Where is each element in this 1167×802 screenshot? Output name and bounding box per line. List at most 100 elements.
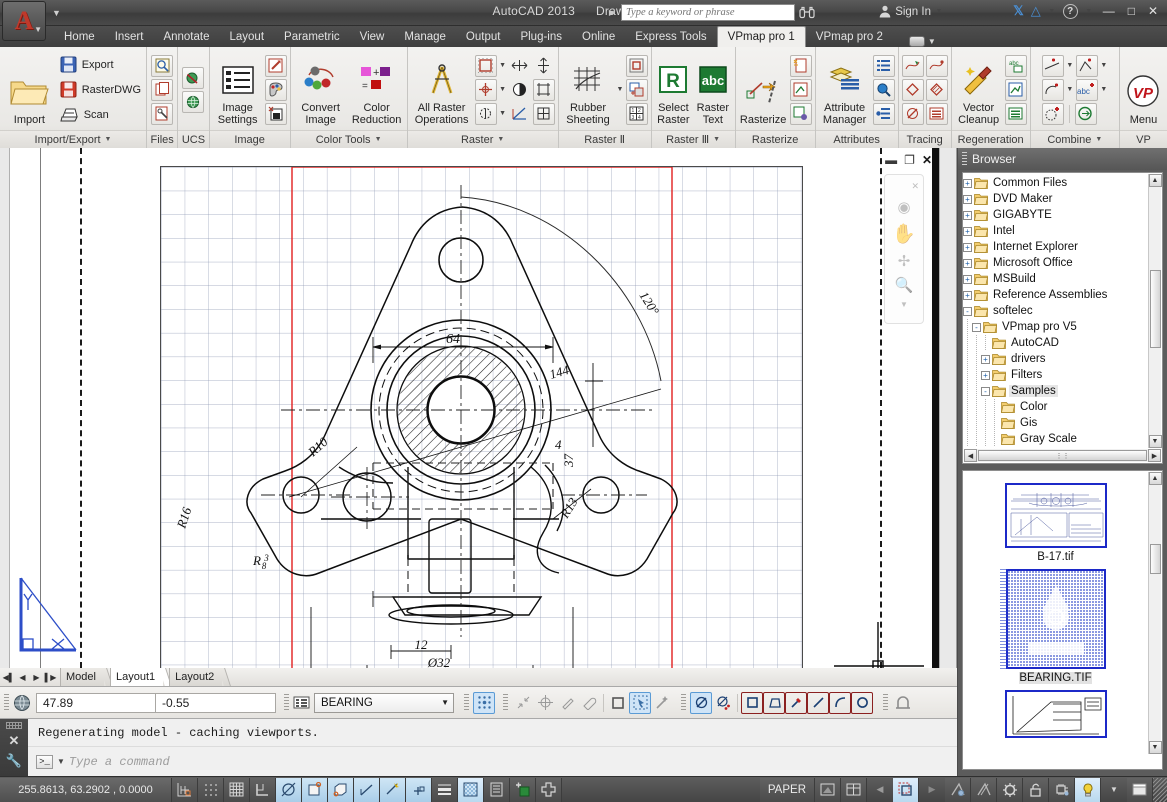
object-snap-tracking-toggle[interactable] <box>354 778 380 802</box>
attribute-list-icon[interactable] <box>873 55 895 77</box>
tab-layout[interactable]: Layout <box>220 27 275 47</box>
rubber-sheeting-button[interactable]: RubberSheeting <box>562 53 615 127</box>
dynamic-input-toggle[interactable] <box>406 778 432 802</box>
raster-y-field[interactable]: -0.55 <box>156 693 276 713</box>
tree-horizontal-scrollbar[interactable]: ◀ ⋮⋮ ▶ <box>964 449 1161 462</box>
panel-label-rasterize[interactable]: Rasterize <box>736 130 815 148</box>
navbar-close-icon[interactable]: ✕ <box>911 181 919 192</box>
sheet-add-icon[interactable] <box>626 79 648 101</box>
regen-chart-icon[interactable] <box>1005 79 1027 101</box>
coordinate-readout[interactable]: 255.8613, 63.2902 , 0.0000 <box>0 778 172 802</box>
tree-expander[interactable]: + <box>963 211 972 220</box>
object-snap-toggle[interactable] <box>302 778 328 802</box>
chevron-down-icon[interactable]: ▼ <box>105 136 112 143</box>
3d-object-snap-toggle[interactable] <box>328 778 354 802</box>
trace-polygon-icon[interactable] <box>902 79 924 101</box>
tree-item[interactable]: +Filters <box>963 367 1148 383</box>
panel-label-tracing[interactable]: Tracing <box>899 130 951 148</box>
raster-move-v-icon[interactable] <box>533 55 555 77</box>
raster-invert-icon[interactable] <box>509 79 531 101</box>
tree-expander[interactable]: - <box>963 307 972 316</box>
tree-item[interactable]: +Microsoft Office <box>963 255 1148 271</box>
tree-expander[interactable]: + <box>963 275 972 284</box>
combine-line-add-icon[interactable] <box>1042 55 1064 77</box>
tab-vpmap-pro-2[interactable]: VPmap pro 2 <box>806 27 893 47</box>
chevron-down-icon[interactable]: ▼ <box>499 86 507 93</box>
vector-cleanup-button[interactable]: VectorCleanup <box>955 53 1003 127</box>
attribute-find-icon[interactable] <box>873 79 895 101</box>
prev-annotation-scale-icon[interactable]: ◀ <box>867 778 893 802</box>
chevron-down-icon[interactable]: ▼ <box>935 8 943 15</box>
rasterize-settings-icon[interactable] <box>790 103 812 125</box>
command-grip[interactable] <box>6 722 22 729</box>
scroll-left-button[interactable]: ◀ <box>964 449 977 462</box>
steering-wheel-icon[interactable]: ◉ <box>897 198 910 216</box>
polar-tracking-toggle[interactable] <box>276 778 302 802</box>
raster-shape-circle-icon[interactable] <box>851 692 873 714</box>
clean-screen-icon[interactable] <box>1127 778 1153 802</box>
thumbnail-vertical-scrollbar[interactable]: ▲ ▼ <box>1148 472 1161 754</box>
raster-shape-arc-icon[interactable] <box>829 692 851 714</box>
toolbar-grip[interactable] <box>681 694 686 712</box>
import-button[interactable]: Import <box>3 53 56 127</box>
scroll-down-button[interactable]: ▼ <box>1149 741 1162 754</box>
tree-expander[interactable]: + <box>963 195 972 204</box>
tree-item[interactable]: +Internet Explorer <box>963 239 1148 255</box>
grid-display-toggle[interactable] <box>224 778 250 802</box>
chevron-down-icon[interactable]: ▼ <box>1066 86 1074 93</box>
attribute-settings-icon[interactable] <box>873 103 895 125</box>
tree-expander[interactable]: + <box>963 291 972 300</box>
panel-label-vp[interactable]: VP <box>1120 130 1167 148</box>
chevron-down-icon[interactable]: ▼ <box>1085 8 1093 15</box>
dock-grip[interactable] <box>962 152 967 166</box>
raster-layer-combo[interactable]: BEARING ▼ <box>314 693 454 713</box>
tree-expander[interactable]: + <box>963 259 972 268</box>
tree-vertical-scrollbar[interactable]: ▲ ▼ <box>1148 174 1161 448</box>
raster-shape-picker-icon[interactable] <box>785 692 807 714</box>
sheet-frame-icon[interactable] <box>626 55 648 77</box>
annotation-visibility-icon[interactable] <box>945 778 971 802</box>
tree-hscroll-thumb[interactable]: ⋮⋮ <box>978 450 1147 461</box>
color-reduction-button[interactable]: + = ColorReduction <box>350 53 404 127</box>
infocenter-search[interactable]: ▶ <box>609 4 815 21</box>
combine-hatch-add-icon[interactable] <box>1042 103 1064 125</box>
trace-curve-icon[interactable] <box>926 55 948 77</box>
tree-expander[interactable]: + <box>981 371 990 380</box>
chevron-down-icon[interactable]: ▼ <box>497 136 504 143</box>
layout-tiles-icon[interactable] <box>841 778 867 802</box>
panel-label-raster[interactable]: Raster ▼ <box>408 130 558 148</box>
chevron-down-icon[interactable]: ▼ <box>1066 62 1074 69</box>
regen-list-icon[interactable] <box>1005 103 1027 125</box>
toolbar-grip[interactable] <box>464 694 469 712</box>
tab-plugins[interactable]: Plug-ins <box>510 27 572 47</box>
panel-label-ucs[interactable]: UCS <box>178 130 208 148</box>
chevron-down-icon[interactable]: ▼ <box>713 136 720 143</box>
raster-shape-polygon-icon[interactable] <box>763 692 785 714</box>
selection-cycling-toggle[interactable] <box>510 778 536 802</box>
raster-deskew-icon[interactable] <box>509 103 531 125</box>
chevron-down-icon[interactable]: ▼ <box>57 757 65 766</box>
maximize-button[interactable]: □ <box>1125 4 1138 18</box>
thumbnail-preview-bearing[interactable] <box>1006 569 1106 669</box>
raster-crop-icon[interactable] <box>533 79 555 101</box>
command-input-placeholder[interactable]: Type a command <box>69 755 170 769</box>
binoculars-icon[interactable] <box>799 6 815 19</box>
scroll-up-button[interactable]: ▲ <box>1149 472 1162 485</box>
chevron-down-icon[interactable]: ▼ <box>1101 778 1127 802</box>
exchange-app-icon[interactable]: 𝕏 <box>1013 3 1023 19</box>
isolate-objects-icon[interactable] <box>1075 778 1101 802</box>
folder-tree-panel[interactable]: +Common Files+DVD Maker+GIGABYTE+Intel+I… <box>962 172 1163 464</box>
raster-pen-icon[interactable] <box>556 692 578 714</box>
lineweight-toggle[interactable] <box>432 778 458 802</box>
space-toggle[interactable]: PAPER <box>760 778 815 802</box>
combine-text-add-icon[interactable]: abc <box>1076 79 1098 101</box>
tree-item[interactable]: -VPmap pro V5 <box>963 319 1148 335</box>
tree-item[interactable]: AutoCAD <box>963 335 1148 351</box>
zoom-extents-icon[interactable]: ✢ <box>898 252 911 270</box>
trace-hatch-icon[interactable] <box>926 79 948 101</box>
export-button[interactable]: Export <box>58 53 143 77</box>
toolbar-lock-icon[interactable] <box>1023 778 1049 802</box>
chevron-down-icon[interactable]: ▼ <box>616 86 623 93</box>
layout-viewport-icon[interactable] <box>815 778 841 802</box>
tree-item[interactable]: +Intel <box>963 223 1148 239</box>
